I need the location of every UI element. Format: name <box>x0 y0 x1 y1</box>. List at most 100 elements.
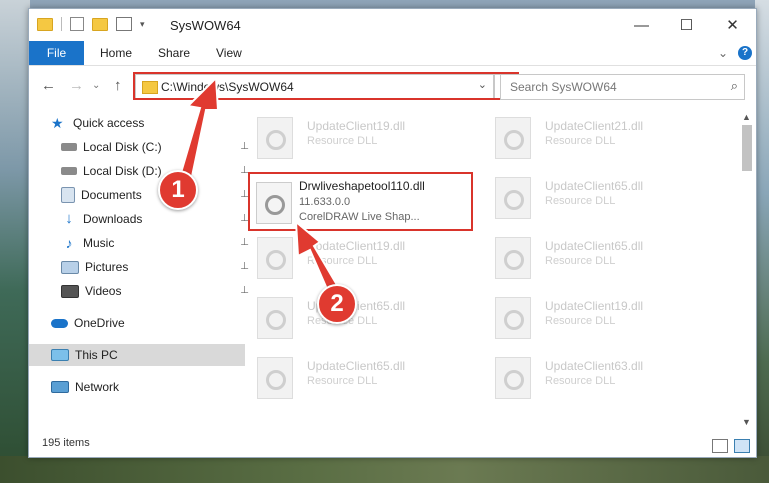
status-bar: 195 items <box>29 433 756 457</box>
dll-file-icon <box>256 182 292 224</box>
sidebar-item-local-disk-c[interactable]: Local Disk (C:) ⊥ <box>29 136 255 158</box>
sidebar-item-onedrive[interactable]: OneDrive <box>29 312 245 334</box>
up-button[interactable]: ↑ <box>114 77 122 94</box>
sidebar-item-local-disk-d[interactable]: Local Disk (D:) ⊥ <box>29 160 255 182</box>
tab-home[interactable]: Home <box>100 41 132 65</box>
sidebar-item-quick-access[interactable]: ★ Quick access <box>29 112 245 134</box>
navigation-pane: ★ Quick access Local Disk (C:) ⊥ Local D… <box>29 109 249 429</box>
chevron-down-icon[interactable]: ▾ <box>140 19 145 30</box>
sidebar-item-network[interactable]: Network <box>29 376 245 398</box>
selected-file-item[interactable]: Drwliveshapetool110.dll 11.633.0.0 Corel… <box>248 172 473 231</box>
file-name: UpdateClient65.dll <box>545 179 644 193</box>
sidebar-item-label: Downloads <box>83 212 143 226</box>
dll-file-icon <box>495 297 531 339</box>
file-item[interactable]: UpdateClient21.dll Resource DLL <box>481 113 711 163</box>
file-version: 11.633.0.0 <box>299 196 351 208</box>
sidebar-item-this-pc[interactable]: This PC <box>29 344 245 366</box>
file-name: UpdateClient65.dll <box>307 359 406 373</box>
sidebar-item-videos[interactable]: Videos ⊥ <box>29 280 255 302</box>
item-count: 195 items <box>42 437 90 449</box>
help-icon[interactable]: ? <box>738 46 752 60</box>
search-input[interactable]: Search SysWOW64 ⌕ <box>500 74 745 100</box>
large-icons-view-icon[interactable] <box>734 439 750 453</box>
tab-share[interactable]: Share <box>158 41 190 65</box>
search-placeholder: Search SysWOW64 <box>510 80 617 94</box>
maximize-button[interactable]: ☐ <box>664 9 709 41</box>
sidebar-item-downloads[interactable]: ↓ Downloads ⊥ <box>29 208 255 230</box>
sidebar-item-label: OneDrive <box>74 316 125 330</box>
window-title: SysWOW64 <box>170 18 241 33</box>
file-name: Drwliveshapetool110.dll <box>299 179 425 193</box>
sidebar-item-pictures[interactable]: Pictures ⊥ <box>29 256 255 278</box>
file-type: Resource DLL <box>307 375 378 387</box>
file-item[interactable]: UpdateClient65.dll Resource DLL <box>243 353 473 403</box>
dll-file-icon <box>495 237 531 279</box>
downloads-icon: ↓ <box>65 210 73 227</box>
folder-icon[interactable] <box>37 17 53 31</box>
sidebar-item-label: Network <box>75 380 120 394</box>
documents-icon <box>61 187 75 203</box>
customize-icon[interactable] <box>116 17 132 31</box>
file-type: Resource DLL <box>307 135 378 147</box>
forward-button[interactable]: → <box>69 77 84 94</box>
scroll-up-icon[interactable]: ▲ <box>742 112 751 122</box>
sidebar-item-label: Local Disk (C:) <box>83 140 162 154</box>
pictures-icon <box>61 260 79 274</box>
drive-icon <box>61 167 77 175</box>
address-highlight-box <box>133 72 519 100</box>
properties-icon[interactable] <box>70 17 84 31</box>
file-item[interactable]: UpdateClient19.dll Resource DLL <box>243 233 473 283</box>
file-item[interactable]: UpdateClient65.dll Resource DLL <box>481 173 711 223</box>
scroll-down-icon[interactable]: ▼ <box>742 417 751 427</box>
dll-file-icon <box>495 357 531 399</box>
ribbon-collapse-icon[interactable]: ⌄ <box>718 41 728 65</box>
sidebar-item-music[interactable]: ♪ Music ⊥ <box>29 232 255 254</box>
scrollbar-thumb[interactable] <box>742 125 752 171</box>
callout-step-2: 2 <box>317 284 357 324</box>
file-list: UpdateClient19.dll Resource DLL UpdateCl… <box>233 109 733 429</box>
desktop-background-bottom <box>0 456 769 483</box>
vertical-scrollbar[interactable]: ▲ ▼ <box>739 109 755 431</box>
music-icon: ♪ <box>65 235 73 251</box>
recent-locations-button[interactable]: ⌄ <box>92 80 100 91</box>
file-name: UpdateClient19.dll <box>307 239 406 253</box>
cloud-icon <box>51 318 68 328</box>
ribbon-tabs: File Home Share View ⌄ ? <box>29 41 756 66</box>
new-folder-icon[interactable] <box>92 17 108 31</box>
file-name: UpdateClient19.dll <box>307 119 406 133</box>
file-type: Resource DLL <box>545 255 616 267</box>
back-button[interactable]: ← <box>41 77 56 94</box>
network-icon <box>51 381 69 393</box>
callout-step-1: 1 <box>158 170 198 210</box>
dll-file-icon <box>495 117 531 159</box>
dll-file-icon <box>257 117 293 159</box>
toolbar-divider <box>61 17 62 31</box>
file-type: Resource DLL <box>545 375 616 387</box>
sidebar-item-label: Music <box>83 236 115 250</box>
tab-file[interactable]: File <box>29 41 84 65</box>
details-view-icon[interactable] <box>712 439 728 453</box>
drive-icon <box>61 143 77 151</box>
navigation-bar: ← → ⌄ ↑ C:\Windows\SysWOW64 ⌄ ↻ Search S… <box>29 71 756 101</box>
explorer-window: ▾ SysWOW64 — ☐ ✕ File Home Share View ⌄ … <box>28 8 757 458</box>
computer-icon <box>51 349 69 361</box>
file-item[interactable]: UpdateClient19.dll Resource DLL <box>243 113 473 163</box>
minimize-button[interactable]: — <box>619 9 664 41</box>
file-description: CorelDRAW Live Shap... <box>299 211 420 223</box>
file-item[interactable]: UpdateClient19.dll Resource DLL <box>481 293 711 343</box>
sidebar-item-label: Documents <box>81 188 142 202</box>
dll-file-icon <box>257 237 293 279</box>
dll-file-icon <box>495 177 531 219</box>
sidebar-item-documents[interactable]: Documents ⊥ <box>29 184 255 206</box>
file-type: Resource DLL <box>545 315 616 327</box>
quick-access-toolbar: ▾ <box>37 17 145 31</box>
file-name: UpdateClient65.dll <box>545 239 644 253</box>
file-item[interactable]: UpdateClient63.dll Resource DLL <box>481 353 711 403</box>
sidebar-item-label: Quick access <box>73 116 145 130</box>
close-button[interactable]: ✕ <box>710 9 755 41</box>
file-name: UpdateClient63.dll <box>545 359 644 373</box>
file-item[interactable]: UpdateClient65.dll Resource DLL <box>481 233 711 283</box>
tab-view[interactable]: View <box>216 41 242 65</box>
file-item[interactable]: UpdateClient65.dll Resource DLL <box>243 293 473 343</box>
search-icon: ⌕ <box>730 78 738 93</box>
